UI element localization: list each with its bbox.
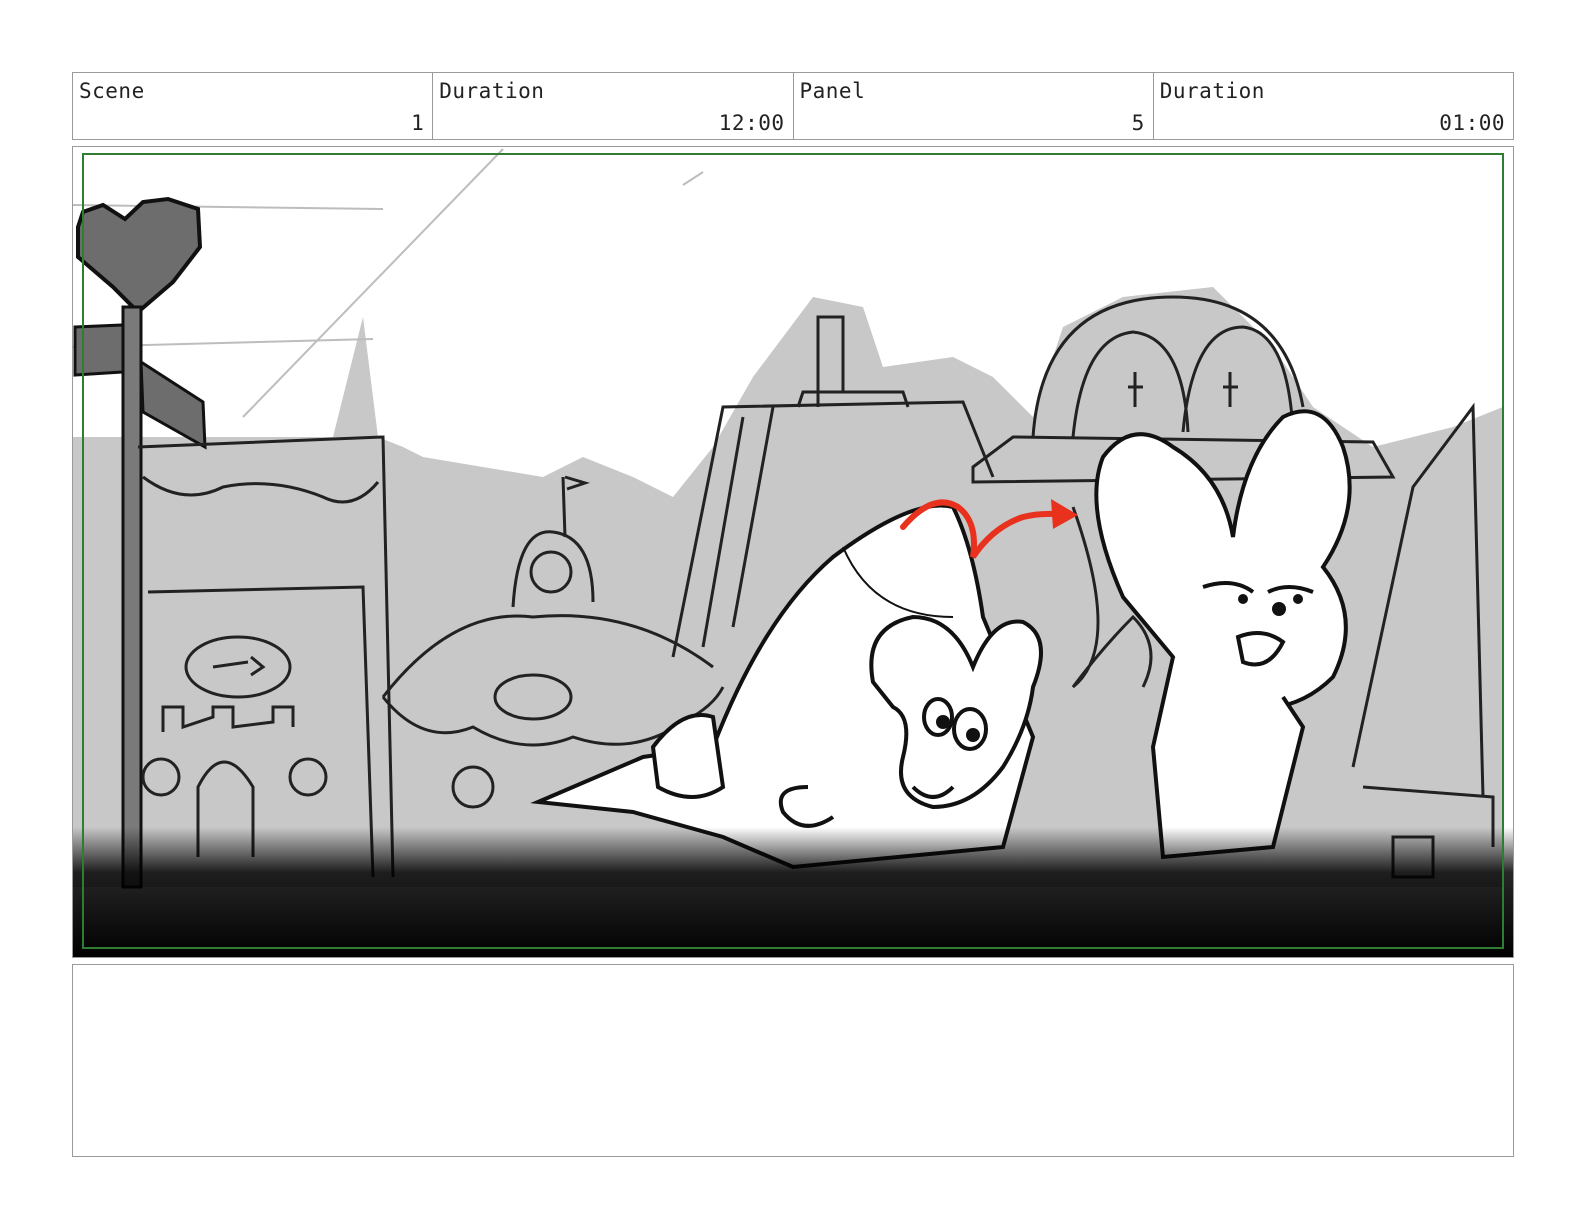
scene-duration-cell: Duration 12:00 [433,73,794,139]
scene-cell: Scene 1 [73,73,434,139]
storyboard-panel-frame [72,146,1514,958]
panel-duration-value: 01:00 [1439,111,1505,135]
panel-duration-cell: Duration 01:00 [1154,73,1513,139]
panel-duration-label: Duration [1159,79,1265,103]
panel-cell: Panel 5 [794,73,1154,139]
panel-value: 5 [1131,111,1145,135]
panel-info-header: Scene 1 Duration 12:00 Panel 5 Duration … [72,72,1514,140]
panel-notes-box[interactable] [72,964,1514,1157]
scene-label: Scene [79,79,145,103]
scene-value: 1 [411,111,425,135]
panel-label: Panel [799,79,866,103]
scene-duration-label: Duration [439,79,545,103]
ground-fade [73,827,1513,957]
scene-duration-value: 12:00 [718,111,785,135]
storyboard-sketch [73,148,1513,957]
